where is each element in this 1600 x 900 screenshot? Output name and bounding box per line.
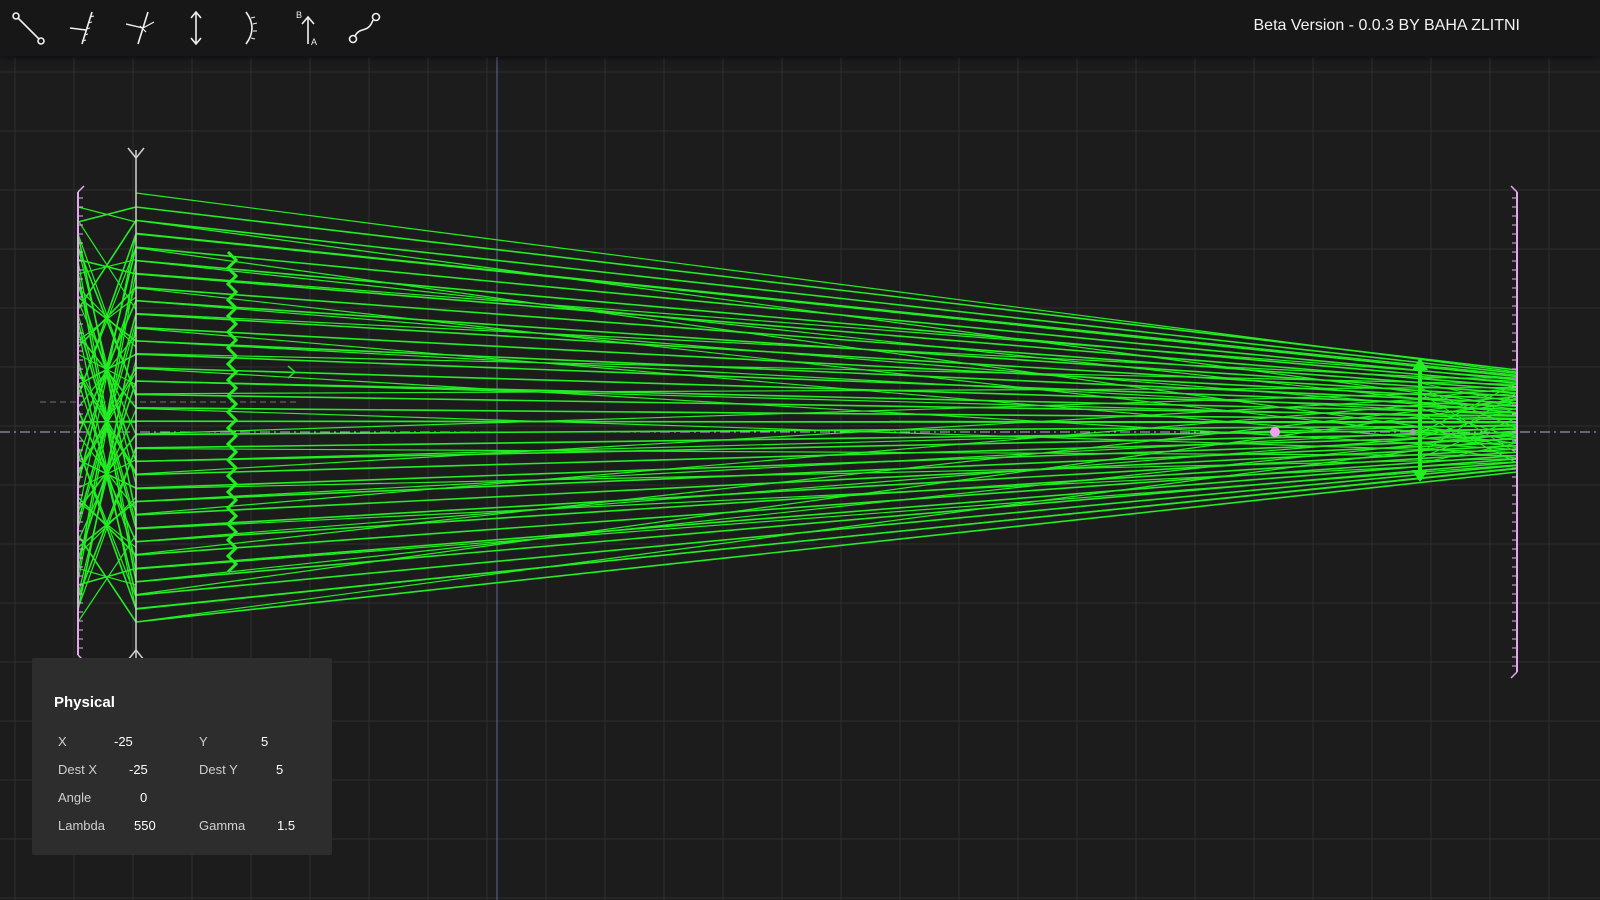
dest-y-label: Dest Y xyxy=(199,762,238,777)
dest-y-value-field[interactable]: 5 xyxy=(276,762,283,777)
curved-mirror-tool[interactable] xyxy=(232,8,272,48)
panel-title: Physical xyxy=(54,694,115,711)
lambda-label: Lambda xyxy=(58,818,105,833)
object-letter-a: A xyxy=(311,37,317,47)
toolbar: B A Beta Version - 0.0.3 BY BAHA ZLITNI xyxy=(0,0,1600,56)
object-tool[interactable]: B A xyxy=(288,8,328,48)
x-label: X xyxy=(58,734,67,749)
x-value-field[interactable]: -25 xyxy=(114,734,133,749)
lens-tool[interactable] xyxy=(176,8,216,48)
properties-panel: Physical X -25 Y 5 Dest X -25 Dest Y 5 A… xyxy=(32,658,332,855)
angle-label: Angle xyxy=(58,790,92,805)
dest-x-label: Dest X xyxy=(58,762,98,777)
gamma-value-field[interactable]: 1.5 xyxy=(277,818,295,833)
double-arrow-lens-icon xyxy=(190,10,202,46)
y-label: Y xyxy=(199,734,208,749)
plane-mirror-icon xyxy=(69,11,95,45)
beam-splitter-tool[interactable] xyxy=(120,8,160,48)
ray-source-tool[interactable] xyxy=(8,8,48,48)
path-curve-icon xyxy=(348,12,381,44)
ray-source-icon xyxy=(12,12,45,45)
beam-splitter-icon xyxy=(125,11,155,45)
y-value-field[interactable]: 5 xyxy=(261,734,268,749)
dest-x-value-field[interactable]: -25 xyxy=(129,762,148,777)
focal-point[interactable] xyxy=(1270,427,1280,437)
path-tool[interactable] xyxy=(344,8,384,48)
plane-mirror-tool[interactable] xyxy=(64,8,104,48)
version-label: Beta Version - 0.0.3 BY BAHA ZLITNI xyxy=(1253,17,1521,34)
angle-value-field[interactable]: 0 xyxy=(140,790,147,805)
lambda-value-field[interactable]: 550 xyxy=(134,818,156,833)
gamma-label: Gamma xyxy=(199,818,246,833)
focal-point-secondary[interactable] xyxy=(1410,429,1416,435)
object-letter-b: B xyxy=(296,10,302,20)
object-arrow-icon: B A xyxy=(296,10,317,47)
curved-mirror-icon xyxy=(245,11,258,45)
